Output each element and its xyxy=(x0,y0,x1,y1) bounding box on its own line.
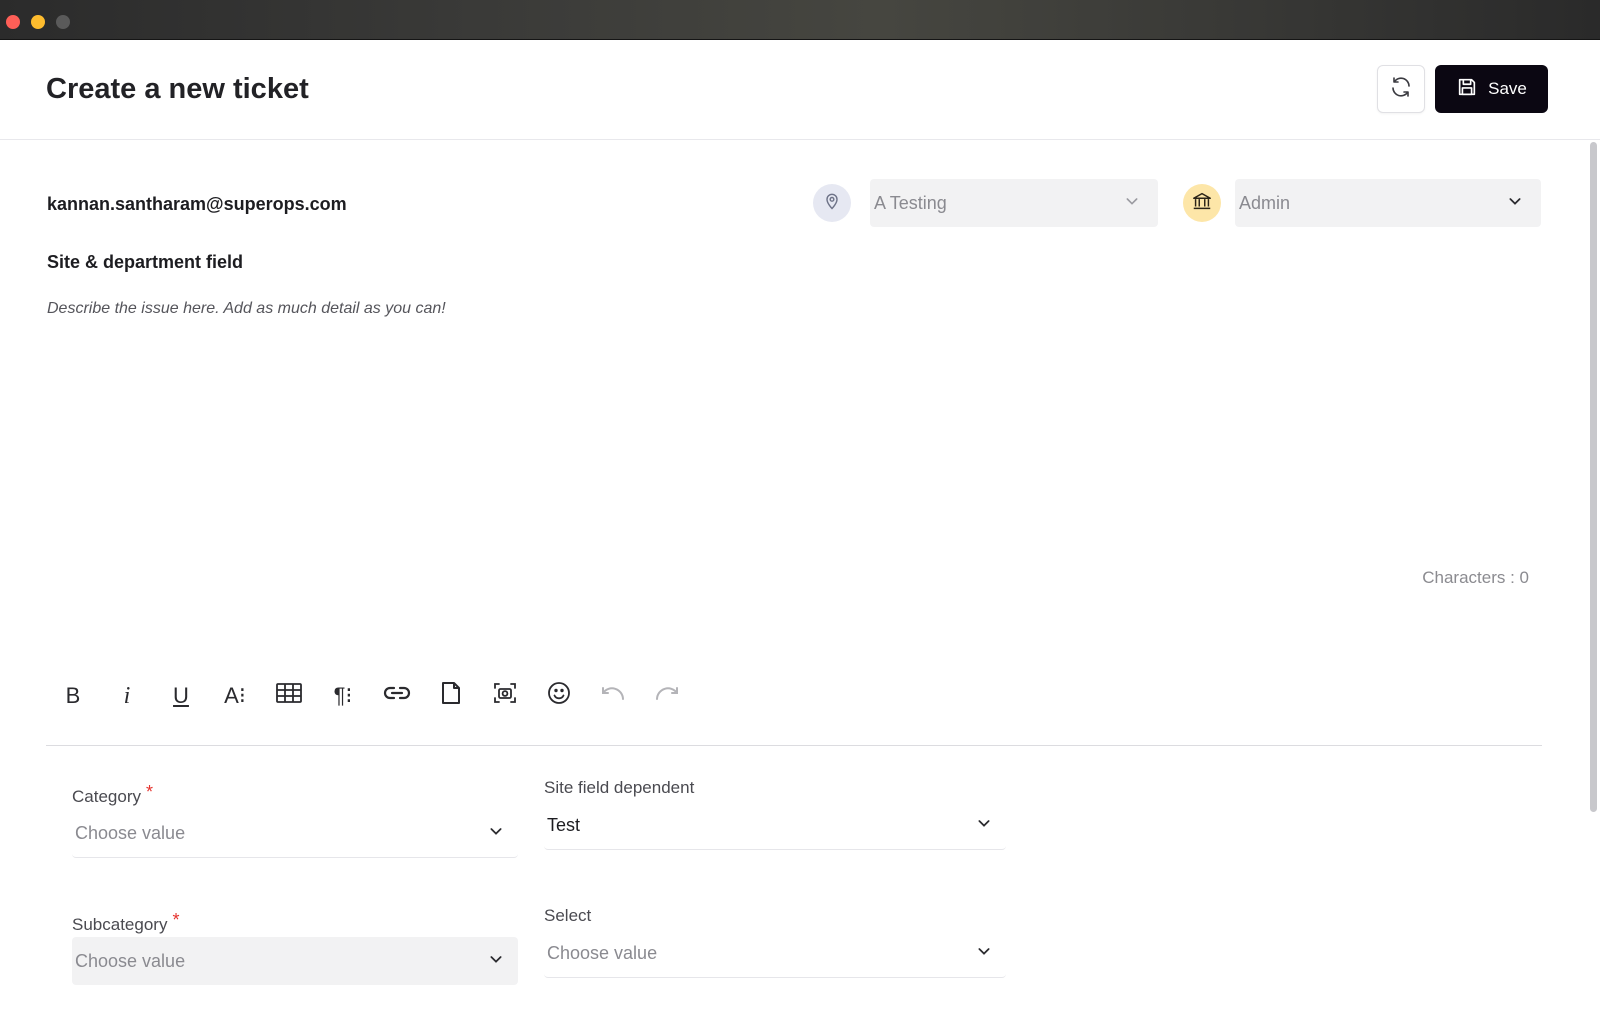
underline-button[interactable]: U xyxy=(154,676,208,716)
paragraph-icon: ¶⁝ xyxy=(333,683,353,708)
emoji-icon xyxy=(547,681,571,711)
department-select-value: Admin xyxy=(1239,192,1291,213)
bold-button[interactable]: B xyxy=(46,676,100,716)
editor-toolbar: B i U A⁝ ¶⁝ xyxy=(46,676,694,716)
chevron-down-icon xyxy=(488,951,504,972)
insert-table-button[interactable] xyxy=(262,676,316,716)
screenshot-button[interactable] xyxy=(478,676,532,716)
site-select[interactable]: A Testing xyxy=(870,179,1158,227)
chevron-down-icon xyxy=(488,823,504,844)
emoji-button[interactable] xyxy=(532,676,586,716)
category-label: Category * xyxy=(72,782,153,807)
save-button[interactable]: Save xyxy=(1435,65,1548,113)
requester-email[interactable]: kannan.santharam@superops.com xyxy=(47,194,347,215)
chevron-down-icon xyxy=(976,815,992,836)
building-icon xyxy=(1191,190,1213,217)
description-editor[interactable]: Describe the issue here. Add as much det… xyxy=(47,300,446,318)
subcategory-label-text: Subcategory xyxy=(72,915,168,934)
select-placeholder: Choose value xyxy=(547,943,658,963)
redo-icon xyxy=(654,683,680,709)
category-label-text: Category xyxy=(72,787,141,806)
link-icon xyxy=(383,683,411,709)
minimize-window-button[interactable] xyxy=(31,15,45,29)
close-window-button[interactable] xyxy=(6,15,20,29)
chevron-down-icon xyxy=(976,943,992,964)
refresh-button[interactable] xyxy=(1377,65,1425,113)
table-icon xyxy=(276,682,302,710)
attach-file-button[interactable] xyxy=(424,676,478,716)
font-style-icon: A⁝ xyxy=(224,683,246,708)
italic-icon: i xyxy=(123,682,131,709)
window-titlebar xyxy=(0,0,1600,40)
undo-button[interactable] xyxy=(586,676,640,716)
select-label-text: Select xyxy=(544,906,592,925)
department-field-icon xyxy=(1183,184,1221,222)
required-mark: * xyxy=(145,782,153,802)
bold-icon: B xyxy=(65,683,81,708)
category-select[interactable]: Choose value xyxy=(72,810,518,858)
page-header: Create a new ticket Save xyxy=(0,40,1600,140)
underline-icon: U xyxy=(173,683,189,708)
site-field-dependent-select[interactable]: Test xyxy=(544,802,1006,850)
required-mark: * xyxy=(172,910,180,930)
subcategory-label: Subcategory * xyxy=(72,910,179,935)
chevron-down-icon xyxy=(1124,193,1140,214)
save-icon xyxy=(1456,76,1478,103)
editor-divider xyxy=(46,745,1542,746)
save-button-label: Save xyxy=(1488,79,1527,98)
department-select[interactable]: Admin xyxy=(1235,179,1541,227)
redo-button[interactable] xyxy=(640,676,694,716)
select-label: Select xyxy=(544,906,591,926)
location-pin-icon xyxy=(822,191,842,216)
insert-link-button[interactable] xyxy=(370,676,424,716)
vertical-scrollbar[interactable] xyxy=(1590,142,1597,812)
italic-button[interactable]: i xyxy=(100,676,154,716)
camera-icon xyxy=(493,681,517,711)
chevron-down-icon xyxy=(1507,193,1523,214)
site-select-value: A Testing xyxy=(874,192,947,213)
refresh-icon xyxy=(1389,75,1413,104)
subcategory-select[interactable]: Choose value xyxy=(72,937,518,985)
ticket-subject[interactable]: Site & department field xyxy=(47,252,243,273)
select-field[interactable]: Choose value xyxy=(544,930,1006,978)
undo-icon xyxy=(600,683,626,709)
site-field-dependent-value: Test xyxy=(547,815,581,835)
page-title: Create a new ticket xyxy=(46,73,309,105)
subcategory-placeholder: Choose value xyxy=(75,950,186,971)
file-icon xyxy=(441,681,461,711)
character-count: Characters : 0 xyxy=(1422,568,1529,587)
site-field-dependent-label: Site field dependent xyxy=(544,778,694,798)
zoom-window-button[interactable] xyxy=(56,15,70,29)
site-field-icon xyxy=(813,184,851,222)
site-field-dependent-label-text: Site field dependent xyxy=(544,778,695,797)
category-placeholder: Choose value xyxy=(75,823,186,843)
paragraph-format-button[interactable]: ¶⁝ xyxy=(316,676,370,716)
font-style-button[interactable]: A⁝ xyxy=(208,676,262,716)
